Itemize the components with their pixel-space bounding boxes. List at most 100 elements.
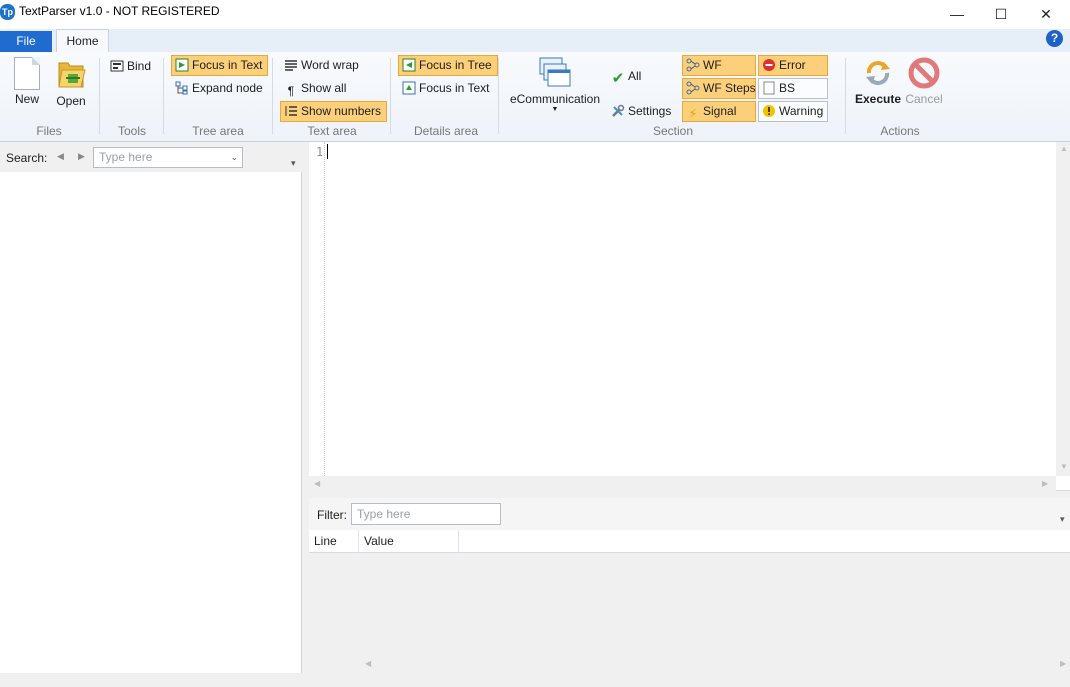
- close-button[interactable]: ✕: [1023, 0, 1069, 29]
- tab-file[interactable]: File: [0, 31, 52, 52]
- details-focus-in-text-button[interactable]: Focus in Text: [398, 78, 495, 99]
- ribbon-tabs: File Home ?: [0, 29, 1070, 53]
- expand-node-button[interactable]: Expand node: [171, 78, 269, 99]
- cancel-icon: [908, 57, 940, 89]
- signal-label: Signal: [703, 104, 737, 118]
- text-caret: [327, 144, 328, 159]
- show-all-label: Show all: [301, 81, 347, 95]
- error-icon: [763, 59, 775, 71]
- column-header-value[interactable]: Value: [359, 530, 459, 553]
- warning-icon: [763, 105, 775, 117]
- all-button[interactable]: ✔ All: [607, 66, 647, 87]
- cancel-button[interactable]: Cancel: [903, 56, 945, 106]
- scroll-up-icon[interactable]: ▲: [1060, 144, 1068, 153]
- wf-button[interactable]: WF: [682, 55, 756, 76]
- wf-steps-button[interactable]: WF Steps: [682, 78, 756, 99]
- bs-label: BS: [779, 81, 796, 95]
- results-grid-body: ◀ ▶: [309, 553, 1070, 673]
- maximize-button[interactable]: ☐: [978, 0, 1024, 29]
- expand-node-label: Expand node: [192, 81, 263, 95]
- lightning-icon: ⚡: [688, 106, 698, 121]
- tab-home[interactable]: Home: [56, 29, 109, 53]
- open-button[interactable]: Open: [52, 57, 90, 108]
- focus-in-tree-button[interactable]: Focus in Tree: [398, 55, 498, 76]
- next-result-icon[interactable]: ▶: [78, 151, 85, 162]
- status-strip: [0, 673, 1070, 687]
- text-editor[interactable]: 1 ▲ ▼ ◀ ▶: [309, 142, 1070, 491]
- group-separator: [498, 58, 499, 134]
- cancel-label: Cancel: [905, 92, 943, 106]
- search-bar: Search: ◀ ▶ Type here ⌄ ▾: [0, 142, 302, 172]
- signal-button[interactable]: ⚡ Signal: [682, 101, 756, 122]
- windows-stack-icon: [539, 57, 571, 87]
- ecommunication-button[interactable]: eCommunication ▼: [507, 56, 603, 114]
- error-button[interactable]: Error: [758, 55, 828, 76]
- new-button[interactable]: New: [10, 57, 44, 106]
- blank-document-icon: [763, 81, 775, 95]
- app-icon: Tp: [0, 4, 15, 20]
- settings-label: Settings: [628, 104, 672, 118]
- expand-node-icon: [175, 81, 188, 95]
- column-header-line[interactable]: Line: [309, 530, 359, 553]
- group-separator: [390, 58, 391, 134]
- group-separator: [845, 58, 846, 134]
- chevron-down-icon[interactable]: ⌄: [230, 148, 238, 167]
- filter-bar: Filter: Type here ▾: [309, 498, 1070, 530]
- panel-menu-icon[interactable]: ▾: [1060, 514, 1065, 525]
- open-folder-icon: [58, 62, 86, 88]
- search-input[interactable]: Type here ⌄: [93, 147, 243, 168]
- minimize-button[interactable]: —: [934, 0, 980, 29]
- error-label: Error: [779, 58, 806, 72]
- search-label: Search:: [6, 151, 48, 165]
- wrench-screwdriver-icon: [612, 104, 625, 117]
- group-label-tree-area: Tree area: [192, 124, 244, 138]
- bs-button[interactable]: BS: [758, 78, 828, 99]
- window-title: TextParser v1.0 - NOT REGISTERED: [19, 4, 220, 18]
- show-all-button[interactable]: ¶ Show all: [280, 78, 352, 99]
- scroll-left-icon[interactable]: ◀: [314, 479, 320, 488]
- bind-button[interactable]: Bind: [106, 56, 157, 77]
- warning-button[interactable]: Warning: [758, 101, 828, 122]
- help-icon[interactable]: ?: [1046, 30, 1063, 47]
- settings-button[interactable]: Settings: [607, 101, 677, 122]
- execute-label: Execute: [854, 92, 902, 106]
- line-numbers-icon: [285, 106, 297, 116]
- checkmark-icon: ✔: [611, 70, 625, 87]
- group-separator: [163, 58, 164, 134]
- wf-steps-label: WF Steps: [703, 81, 756, 95]
- filter-label: Filter:: [317, 508, 347, 522]
- tree-focus-in-text-button[interactable]: Focus in Text: [171, 55, 269, 76]
- workflow-steps-icon: [686, 81, 700, 95]
- group-label-text-area: Text area: [307, 124, 357, 138]
- panel-menu-icon[interactable]: ▾: [291, 158, 296, 169]
- focus-in-text-icon: [175, 58, 189, 72]
- horizontal-scrollbar[interactable]: ◀ ▶: [309, 476, 1056, 491]
- show-numbers-label: Show numbers: [301, 104, 382, 118]
- word-wrap-button[interactable]: Word wrap: [280, 55, 365, 76]
- filter-input[interactable]: Type here: [351, 503, 501, 525]
- show-numbers-button[interactable]: Show numbers: [280, 101, 388, 122]
- wf-label: WF: [703, 58, 722, 72]
- details-panel: Filter: Type here ▾ Line Value ◀ ▶: [309, 498, 1070, 673]
- vertical-splitter[interactable]: [302, 142, 309, 673]
- tree-panel: Search: ◀ ▶ Type here ⌄ ▾: [0, 142, 302, 673]
- execute-button[interactable]: Execute: [853, 56, 903, 106]
- word-wrap-icon: [285, 60, 297, 71]
- vertical-scrollbar[interactable]: ▲ ▼: [1056, 142, 1070, 476]
- group-label-tools: Tools: [117, 124, 146, 138]
- filter-placeholder: Type here: [357, 507, 411, 521]
- group-label-files: Files: [36, 124, 62, 138]
- refresh-icon: [866, 61, 890, 85]
- chevron-down-icon: ▼: [551, 106, 559, 113]
- group-label-details-area: Details area: [413, 124, 479, 138]
- previous-result-icon[interactable]: ◀: [57, 151, 64, 162]
- search-placeholder: Type here: [99, 150, 153, 164]
- scroll-left-icon[interactable]: ◀: [365, 659, 371, 668]
- bind-icon: [110, 60, 124, 72]
- line-number: 1: [316, 145, 324, 159]
- scroll-down-icon[interactable]: ▼: [1060, 462, 1068, 471]
- pilcrow-icon: ¶: [287, 84, 295, 98]
- scroll-right-icon[interactable]: ▶: [1042, 479, 1048, 488]
- scroll-right-icon[interactable]: ▶: [1060, 659, 1066, 668]
- bind-label: Bind: [127, 59, 152, 73]
